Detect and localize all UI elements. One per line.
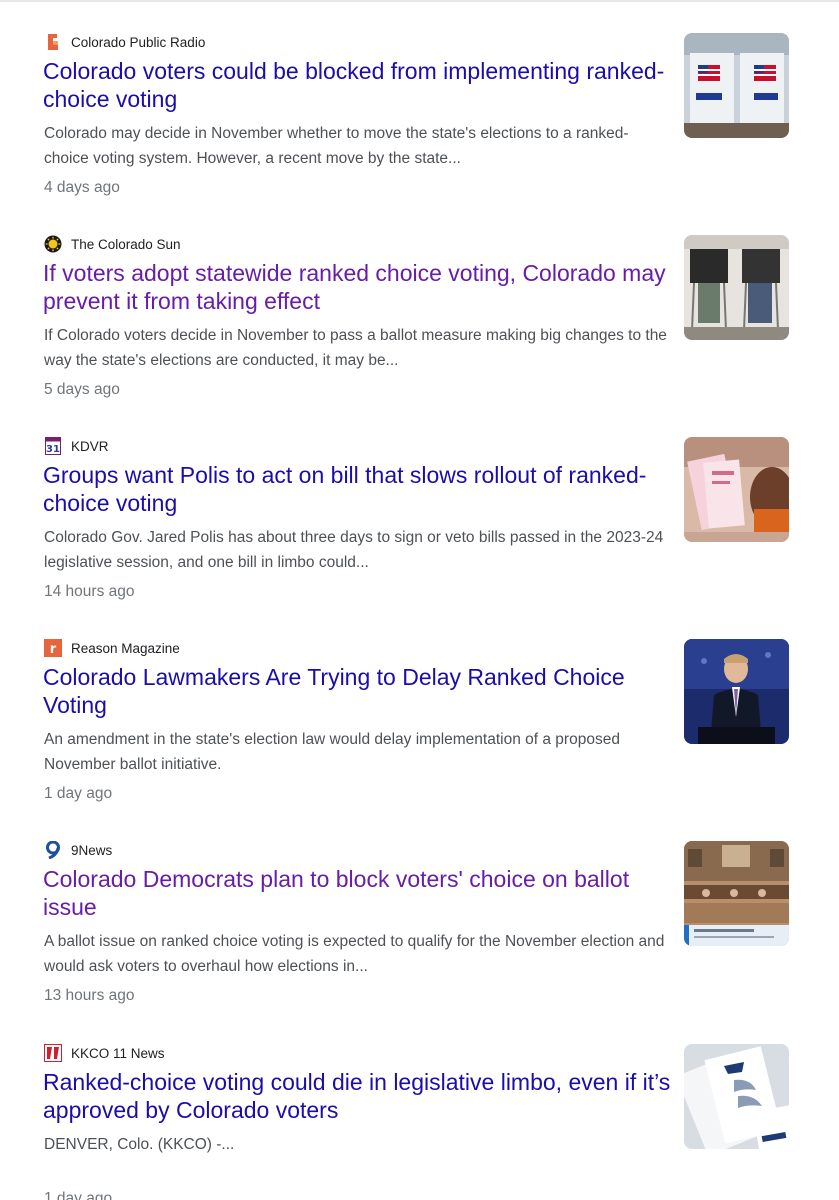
article-title-link[interactable]: Colorado Lawmakers Are Trying to Delay R… <box>43 663 673 719</box>
cpr-logo-icon <box>44 33 62 51</box>
sun-logo-icon <box>44 235 62 253</box>
reason-r-icon: r <box>44 639 62 657</box>
speaker-at-podium-image[interactable] <box>684 639 789 744</box>
source-name: Reason Magazine <box>71 640 180 656</box>
svg-text:r: r <box>50 642 57 657</box>
article-timestamp: 5 days ago <box>44 381 120 398</box>
article-snippet: If Colorado voters decide in November to… <box>44 327 667 369</box>
ballot-envelopes-image[interactable] <box>684 437 789 542</box>
article-title-link[interactable]: Groups want Polis to act on bill that sl… <box>43 461 673 517</box>
article-title-link[interactable]: Colorado voters could be blocked from im… <box>43 57 673 113</box>
news-result: 31 KDVR Groups want Polis to act on bill… <box>0 435 839 637</box>
news-source[interactable]: Colorado Public Radio <box>44 31 205 53</box>
legislative-chamber-image[interactable] <box>684 841 789 946</box>
top-divider <box>0 0 839 2</box>
news-result: Colorado Public Radio Colorado voters co… <box>0 31 839 233</box>
news-source[interactable]: 9News <box>44 839 112 861</box>
news-result: 9News Colorado Democrats plan to block v… <box>0 839 839 1041</box>
article-snippet: An amendment in the state's election law… <box>44 731 620 773</box>
source-name: KDVR <box>71 438 109 454</box>
kkco-11-icon <box>44 1044 62 1062</box>
vote-booths-image[interactable] <box>684 33 789 138</box>
article-snippet: Colorado Gov. Jared Polis has about thre… <box>44 529 664 571</box>
article-title-link[interactable]: Colorado Democrats plan to block voters'… <box>43 865 673 921</box>
article-timestamp: 13 hours ago <box>44 987 135 1004</box>
svg-text:31: 31 <box>46 444 60 455</box>
article-title-link[interactable]: Ranked-choice voting could die in legisl… <box>43 1068 673 1124</box>
voters-at-booths-image[interactable] <box>684 235 789 340</box>
news-result: KKCO 11 News Ranked-choice voting could … <box>0 1042 839 1200</box>
news-source[interactable]: r Reason Magazine <box>44 637 180 659</box>
article-snippet: Colorado may decide in November whether … <box>44 125 629 167</box>
article-snippet: DENVER, Colo. (KKCO) -... <box>44 1136 235 1153</box>
article-title-link[interactable]: If voters adopt statewide ranked choice … <box>43 259 673 315</box>
article-timestamp: 4 days ago <box>44 179 120 196</box>
news-result: The Colorado Sun If voters adopt statewi… <box>0 233 839 435</box>
source-name: 9News <box>71 842 113 858</box>
news-source[interactable]: KKCO 11 News <box>44 1042 165 1064</box>
article-timestamp: 1 day ago <box>44 1190 113 1200</box>
source-name: The Colorado Sun <box>71 236 181 252</box>
article-timestamp: 1 day ago <box>44 785 113 802</box>
9news-icon <box>44 841 62 859</box>
news-source[interactable]: The Colorado Sun <box>44 233 181 255</box>
kdvr-31-icon: 31 <box>44 437 62 455</box>
ballots-image[interactable] <box>684 1044 789 1149</box>
article-snippet: A ballot issue on ranked choice voting i… <box>44 933 665 975</box>
news-result: r Reason Magazine Colorado Lawmakers Are… <box>0 637 839 839</box>
article-timestamp: 14 hours ago <box>44 583 135 600</box>
source-name: Colorado Public Radio <box>71 34 206 50</box>
news-source[interactable]: 31 KDVR <box>44 435 109 457</box>
source-name: KKCO 11 News <box>71 1045 165 1061</box>
